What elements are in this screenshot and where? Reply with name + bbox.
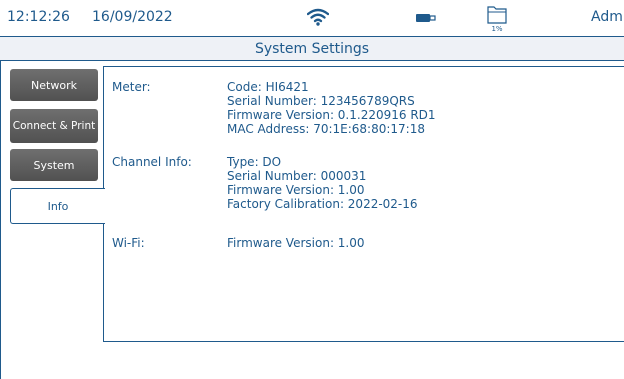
channel-calibration: Factory Calibration: 2022-02-16: [227, 197, 418, 211]
channel-serial: Serial Number: 000031: [227, 169, 367, 183]
wifi-info: Firmware Version: 1.00: [227, 236, 365, 250]
status-date: 16/09/2022: [92, 9, 173, 25]
channel-firmware: Firmware Version: 1.00: [227, 183, 365, 197]
channel-info: Type: DO Serial Number: 000031 Firmware …: [227, 155, 418, 211]
left-border: [0, 60, 1, 379]
meter-label: Meter:: [112, 80, 151, 94]
channel-type: Type: DO: [227, 155, 282, 169]
screen: 12:12:26 16/09/2022 1% Admin System Sett…: [0, 0, 624, 379]
meter-code: Code: HI6421: [227, 80, 309, 94]
wifi-firmware: Firmware Version: 1.00: [227, 236, 365, 250]
meter-firmware: Firmware Version: 0.1.220916 RD1: [227, 108, 436, 122]
status-time: 12:12:26: [7, 9, 70, 25]
info-panel: Meter: Code: HI6421 Serial Number: 12345…: [103, 66, 624, 342]
channel-label: Channel Info:: [112, 155, 192, 169]
status-bar: 12:12:26 16/09/2022 1% Admin: [0, 0, 624, 37]
user-name[interactable]: Admin: [591, 9, 624, 25]
storage-percent: 1%: [491, 25, 503, 33]
tab-connect-print[interactable]: Connect & Print: [10, 109, 98, 143]
title-bar: System Settings: [0, 37, 624, 61]
tab-network[interactable]: Network: [10, 69, 98, 101]
wifi-label: Wi-Fi:: [112, 236, 145, 250]
usb-icon: [416, 14, 436, 22]
meter-info: Code: HI6421 Serial Number: 123456789QRS…: [227, 80, 436, 136]
meter-serial: Serial Number: 123456789QRS: [227, 94, 415, 108]
tab-info[interactable]: Info: [10, 188, 105, 224]
meter-mac: MAC Address: 70:1E:68:80:17:18: [227, 122, 425, 136]
tab-system[interactable]: System: [10, 149, 98, 181]
wifi-icon: [307, 8, 329, 26]
page-title: System Settings: [254, 41, 370, 57]
